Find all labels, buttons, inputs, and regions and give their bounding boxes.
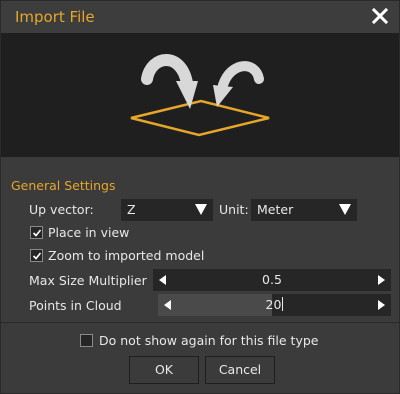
text-caret	[282, 297, 284, 311]
max-size-multiplier-label: Max Size Multiplier	[29, 273, 147, 288]
general-settings-heading: General Settings	[11, 178, 116, 193]
unit-value: Meter	[257, 202, 294, 217]
unit-label: Unit:	[219, 202, 249, 217]
points-in-cloud-value: 20	[265, 297, 282, 312]
ok-button[interactable]: OK	[129, 356, 199, 384]
max-size-multiplier-value: 0.5	[262, 272, 282, 287]
points-in-cloud-slider[interactable]: 20	[158, 294, 391, 316]
up-vector-value: Z	[127, 202, 136, 217]
dialog-title: Import File	[15, 8, 95, 26]
place-in-view-checkbox[interactable]	[30, 226, 43, 239]
import-arrows-onto-plane-icon	[130, 54, 270, 137]
close-button[interactable]	[369, 5, 391, 27]
footer-divider	[1, 322, 399, 323]
import-preview	[1, 33, 399, 157]
up-vector-label: Up vector:	[29, 202, 94, 217]
do-not-show-again-label: Do not show again for this file type	[99, 333, 319, 348]
zoom-to-model-label: Zoom to imported model	[48, 248, 205, 263]
title-bar[interactable]: Import File	[1, 1, 399, 33]
checkmark-icon	[32, 229, 42, 237]
points-in-cloud-label: Points in Cloud	[29, 298, 122, 313]
import-file-dialog: Import File General Settings Up vector: …	[0, 0, 400, 394]
unit-select[interactable]: Meter	[251, 199, 357, 221]
zoom-to-model-checkbox[interactable]	[30, 249, 43, 262]
points-in-cloud-field: 20	[158, 297, 391, 312]
place-in-view-label: Place in view	[48, 225, 130, 240]
checkmark-icon	[32, 252, 42, 260]
chevron-down-icon	[339, 204, 351, 215]
arrow-right-icon[interactable]	[378, 300, 385, 310]
chevron-down-icon	[195, 204, 207, 215]
do-not-show-again-checkbox[interactable]	[80, 334, 93, 347]
cancel-button[interactable]: Cancel	[205, 356, 275, 384]
close-icon	[371, 7, 389, 25]
arrow-right-icon[interactable]	[378, 275, 385, 285]
up-vector-select[interactable]: Z	[121, 199, 213, 221]
max-size-multiplier-spinbox[interactable]: 0.5	[153, 269, 391, 291]
